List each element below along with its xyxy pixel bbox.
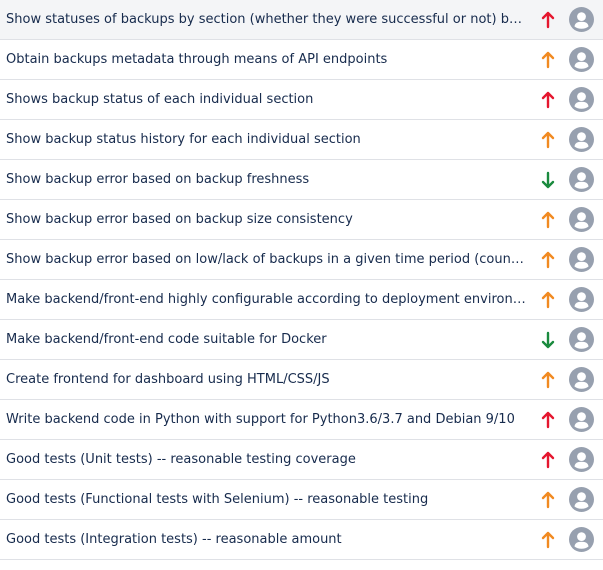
issue-summary-text: Good tests (Unit tests) -- reasonable te… <box>6 452 356 467</box>
issue-summary-text: Good tests (Functional tests with Seleni… <box>6 492 429 507</box>
issue-row[interactable]: Shows backup status of each individual s… <box>0 80 603 120</box>
issue-row[interactable]: Show backup status history for each indi… <box>0 120 603 160</box>
default-user-avatar-icon[interactable] <box>569 7 594 32</box>
default-user-avatar-icon[interactable] <box>569 47 594 72</box>
issue-row[interactable]: Write backend code in Python with suppor… <box>0 400 603 440</box>
issue-summary[interactable]: Show backup error based on low/lack of b… <box>6 240 528 279</box>
issue-summary-text: Show backup error based on backup freshn… <box>6 172 310 187</box>
issue-summary-text: Show backup status history for each indi… <box>6 132 361 147</box>
arrow-up-icon <box>541 91 555 109</box>
issue-summary-text: Show statuses of backups by section (whe… <box>6 12 528 27</box>
arrow-up-icon <box>541 211 555 229</box>
default-user-avatar-icon[interactable] <box>569 207 594 232</box>
default-user-avatar-icon[interactable] <box>569 407 594 432</box>
arrow-up-icon <box>541 51 555 69</box>
issue-row[interactable]: Make backend/front-end highly configurab… <box>0 280 603 320</box>
issue-summary[interactable]: Make backend/front-end highly configurab… <box>6 280 528 319</box>
issue-row[interactable]: Show statuses of backups by section (whe… <box>0 0 603 40</box>
default-user-avatar-icon[interactable] <box>569 287 594 312</box>
default-user-avatar-icon[interactable] <box>569 247 594 272</box>
issue-summary-text: Make backend/front-end highly configurab… <box>6 292 528 307</box>
default-user-avatar-icon[interactable] <box>569 367 594 392</box>
issue-row[interactable]: Obtain backups metadata through means of… <box>0 40 603 80</box>
issue-row[interactable]: Show backup error based on backup freshn… <box>0 160 603 200</box>
arrow-up-icon <box>541 451 555 469</box>
arrow-up-icon <box>541 411 555 429</box>
arrow-up-icon <box>541 11 555 29</box>
issue-summary-text: Create frontend for dashboard using HTML… <box>6 372 330 387</box>
issue-row[interactable]: Good tests (Functional tests with Seleni… <box>0 480 603 520</box>
issue-summary[interactable]: Good tests (Functional tests with Seleni… <box>6 480 528 519</box>
issue-summary[interactable]: Show backup status history for each indi… <box>6 120 528 159</box>
issue-row[interactable]: Good tests (Integration tests) -- reason… <box>0 520 603 560</box>
issue-summary-text: Shows backup status of each individual s… <box>6 92 314 107</box>
issue-summary[interactable]: Good tests (Integration tests) -- reason… <box>6 520 528 559</box>
issue-summary[interactable]: Make backend/front-end code suitable for… <box>6 320 528 359</box>
issue-row[interactable]: Show backup error based on low/lack of b… <box>0 240 603 280</box>
issue-summary[interactable]: Shows backup status of each individual s… <box>6 80 528 119</box>
default-user-avatar-icon[interactable] <box>569 487 594 512</box>
default-user-avatar-icon[interactable] <box>569 87 594 112</box>
issue-row[interactable]: Make backend/front-end code suitable for… <box>0 320 603 360</box>
issue-summary-text: Good tests (Integration tests) -- reason… <box>6 532 342 547</box>
issue-summary[interactable]: Obtain backups metadata through means of… <box>6 40 528 79</box>
default-user-avatar-icon[interactable] <box>569 167 594 192</box>
issue-summary[interactable]: Show backup error based on backup freshn… <box>6 160 528 199</box>
arrow-up-icon <box>541 531 555 549</box>
issue-summary-text: Show backup error based on backup size c… <box>6 212 353 227</box>
arrow-up-icon <box>541 291 555 309</box>
issue-summary[interactable]: Show backup error based on backup size c… <box>6 200 528 239</box>
arrow-up-icon <box>541 131 555 149</box>
default-user-avatar-icon[interactable] <box>569 327 594 352</box>
issue-row[interactable]: Show backup error based on backup size c… <box>0 200 603 240</box>
default-user-avatar-icon[interactable] <box>569 527 594 552</box>
issue-summary[interactable]: Write backend code in Python with suppor… <box>6 400 528 439</box>
arrow-up-icon <box>541 251 555 269</box>
issue-summary-text: Make backend/front-end code suitable for… <box>6 332 327 347</box>
issue-list: Show statuses of backups by section (whe… <box>0 0 603 560</box>
issue-row[interactable]: Create frontend for dashboard using HTML… <box>0 360 603 400</box>
default-user-avatar-icon[interactable] <box>569 447 594 472</box>
arrow-down-icon <box>541 331 555 349</box>
issue-summary[interactable]: Show statuses of backups by section (whe… <box>6 0 528 39</box>
issue-summary[interactable]: Create frontend for dashboard using HTML… <box>6 360 528 399</box>
issue-summary-text: Obtain backups metadata through means of… <box>6 52 388 67</box>
issue-summary-text: Show backup error based on low/lack of b… <box>6 252 528 267</box>
default-user-avatar-icon[interactable] <box>569 127 594 152</box>
issue-summary-text: Write backend code in Python with suppor… <box>6 412 515 427</box>
issue-summary[interactable]: Good tests (Unit tests) -- reasonable te… <box>6 440 528 479</box>
arrow-up-icon <box>541 371 555 389</box>
arrow-up-icon <box>541 491 555 509</box>
arrow-down-icon <box>541 171 555 189</box>
issue-row[interactable]: Good tests (Unit tests) -- reasonable te… <box>0 440 603 480</box>
